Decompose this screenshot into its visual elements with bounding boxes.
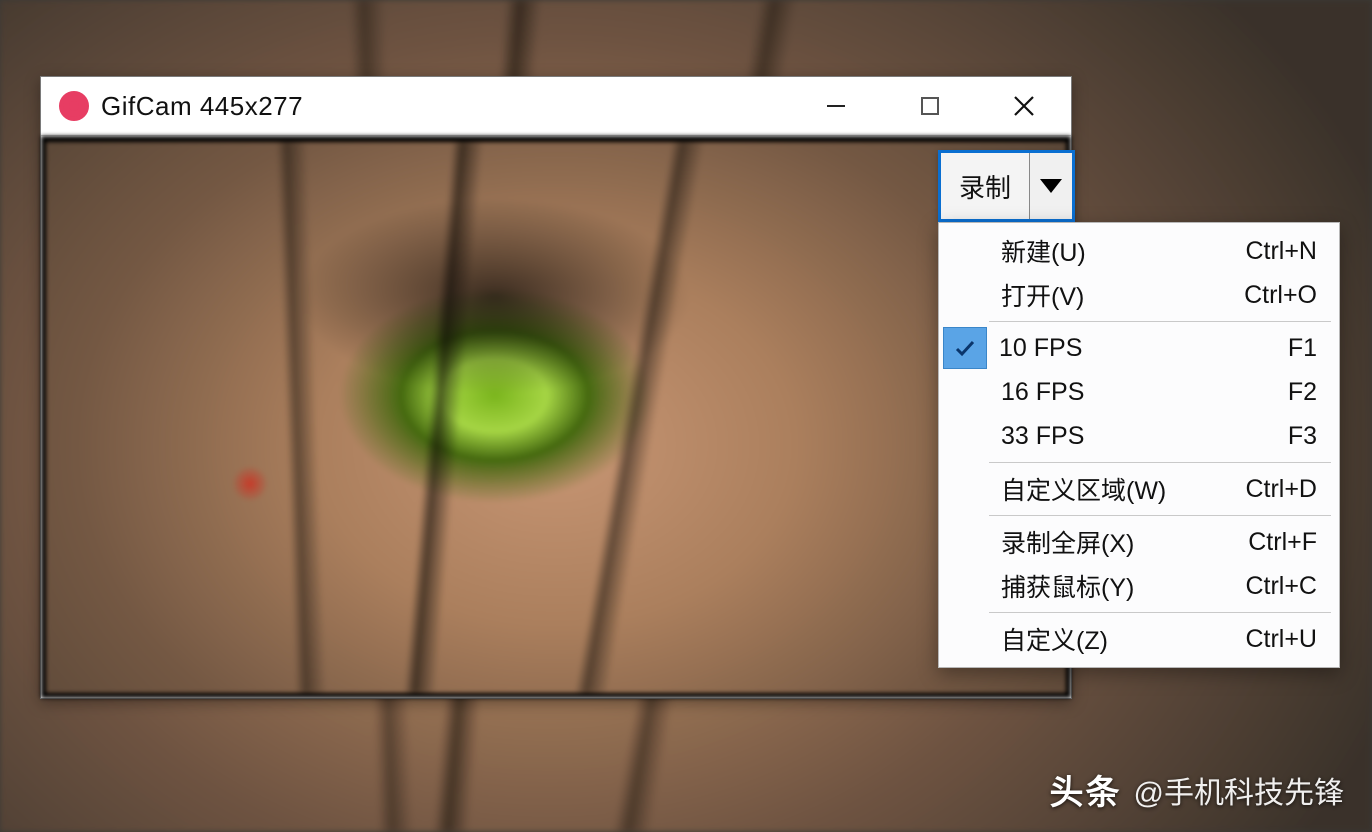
menu-item-shortcut: Ctrl+F [1236, 528, 1317, 557]
menu-separator [989, 321, 1331, 322]
menu-item-label: 打开(V) [989, 277, 1232, 313]
menu-item-shortcut: Ctrl+C [1233, 572, 1317, 601]
menu-item-shortcut: F3 [1276, 422, 1317, 451]
minimize-button[interactable] [789, 77, 883, 135]
capture-viewport [41, 136, 1071, 698]
watermark-badge: 头条 [1050, 765, 1122, 814]
menu-item-open[interactable]: 打开(V) Ctrl+O [939, 273, 1339, 317]
menu-separator [989, 462, 1331, 463]
menu-item-shortcut: F2 [1276, 378, 1317, 407]
menu-item-33fps[interactable]: 33 FPS F3 [939, 414, 1339, 458]
menu-item-shortcut: F1 [1276, 334, 1317, 363]
menu-item-custom-area[interactable]: 自定义区域(W) Ctrl+D [939, 467, 1339, 511]
menu-item-label: 捕获鼠标(Y) [989, 568, 1233, 604]
menu-item-10fps[interactable]: 10 FPS F1 [939, 326, 1339, 370]
app-icon [59, 91, 89, 121]
menu-item-label: 33 FPS [989, 422, 1276, 451]
menu-separator [989, 612, 1331, 613]
chevron-down-icon [1040, 179, 1062, 193]
gifcam-window: GifCam 445x277 [40, 76, 1072, 699]
menu-item-shortcut: Ctrl+U [1233, 625, 1317, 654]
record-dropdown-toggle[interactable] [1030, 153, 1072, 219]
menu-item-label: 16 FPS [989, 378, 1276, 407]
watermark: 头条 @手机科技先锋 [1050, 765, 1344, 814]
menu-item-label: 录制全屏(X) [989, 524, 1236, 560]
record-split-button[interactable]: 录制 [938, 150, 1075, 222]
titlebar[interactable]: GifCam 445x277 [41, 77, 1071, 136]
maximize-button[interactable] [883, 77, 977, 135]
menu-item-fullscreen[interactable]: 录制全屏(X) Ctrl+F [939, 520, 1339, 564]
close-button[interactable] [977, 77, 1071, 135]
watermark-handle: @手机科技先锋 [1134, 768, 1344, 812]
menu-item-shortcut: Ctrl+N [1233, 237, 1317, 266]
window-title: GifCam 445x277 [101, 91, 303, 122]
menu-item-label: 自定义区域(W) [989, 471, 1233, 507]
menu-item-capture-mouse[interactable]: 捕获鼠标(Y) Ctrl+C [939, 564, 1339, 608]
menu-item-shortcut: Ctrl+O [1232, 281, 1317, 310]
check-icon [943, 327, 987, 369]
record-button[interactable]: 录制 [941, 153, 1030, 219]
menu-separator [989, 515, 1331, 516]
menu-item-label: 10 FPS [987, 334, 1276, 363]
menu-item-shortcut: Ctrl+D [1233, 475, 1317, 504]
menu-item-label: 新建(U) [989, 233, 1233, 269]
menu-item-custom[interactable]: 自定义(Z) Ctrl+U [939, 617, 1339, 661]
menu-item-16fps[interactable]: 16 FPS F2 [939, 370, 1339, 414]
record-menu: 新建(U) Ctrl+N 打开(V) Ctrl+O 10 FPS F1 16 F… [938, 222, 1340, 668]
menu-item-label: 自定义(Z) [989, 621, 1233, 657]
menu-item-new[interactable]: 新建(U) Ctrl+N [939, 229, 1339, 273]
